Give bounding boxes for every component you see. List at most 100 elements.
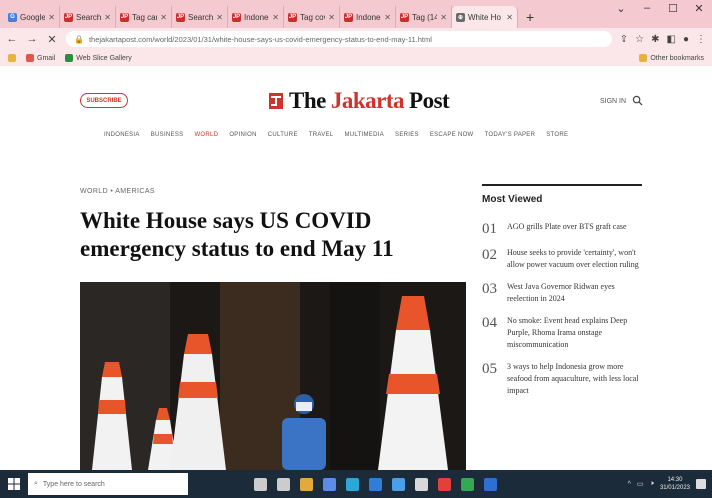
nav-item[interactable]: Today's Paper [485,132,536,138]
close-tab-icon[interactable]: ✕ [272,13,279,22]
menu-icon[interactable]: ⋮ [696,34,706,45]
browser-tab[interactable]: JPSearch Pr✕ [60,6,116,28]
browser-tab[interactable]: JPIndonesia✕ [340,6,396,28]
share-icon[interactable]: ⇪ [620,34,628,45]
taskbar-app-icon[interactable] [277,477,290,491]
address-bar[interactable]: 🔒 thejakartapost.com/world/2023/01/31/wh… [66,31,612,47]
bookmark-gmail[interactable]: Gmail [26,54,55,62]
other-bookmarks[interactable]: Other bookmarks [639,54,704,62]
taskbar-app-icon[interactable] [323,477,336,491]
taskbar-app-icon[interactable] [438,477,451,491]
close-tab-icon[interactable]: ✕ [506,13,513,22]
taskbar-search-placeholder: Type here to search [42,480,105,488]
taskbar-app-icon[interactable] [346,477,359,491]
tab-favicon-icon: JP [120,12,129,22]
taskbar-app-icon[interactable] [392,477,405,491]
rank-number: 03 [482,281,497,297]
bookmark-web-slice[interactable]: Web Slice Gallery [65,54,132,62]
nav-item[interactable]: Business [151,132,184,138]
close-tab-icon[interactable]: ✕ [384,13,391,22]
tab-title: Tag covid [300,12,325,22]
tab-favicon-icon: G [8,12,17,22]
most-viewed-link[interactable]: No smoke: Event head explains Deep Purpl… [507,315,642,351]
tab-title: Indonesia [244,12,269,22]
rank-number: 04 [482,315,497,331]
subscribe-button[interactable]: Subscribe [80,93,128,108]
browser-tab[interactable]: JPTag card✕ [116,6,172,28]
notifications-icon[interactable] [696,479,706,489]
browser-toolbar: ← → ✕ 🔒 thejakartapost.com/world/2023/01… [0,28,712,50]
taskbar-app-icon[interactable] [300,477,313,491]
close-tab-icon[interactable]: ✕ [48,13,55,22]
article-hero-image [80,282,466,470]
close-tab-icon[interactable]: ✕ [216,13,223,22]
nav-item[interactable]: Escape Now [430,132,474,138]
close-tab-icon[interactable]: ✕ [160,13,167,22]
nav-item[interactable]: Travel [309,132,334,138]
tray-chevron-icon[interactable]: ^ [628,481,631,488]
tab-favicon-icon: JP [288,12,297,22]
taskbar-app-icon[interactable] [484,477,497,491]
stop-button[interactable]: ✕ [46,33,58,46]
sign-in-link[interactable]: Sign in [600,98,626,105]
taskbar-app-icon[interactable] [369,477,382,491]
browser-tab[interactable]: JPTag covid✕ [284,6,340,28]
browser-tabstrip: GGoogle Tr✕JPSearch Pr✕JPTag card✕JPSear… [0,0,712,28]
most-viewed-link[interactable]: House seeks to provide 'certainty', won'… [507,247,642,271]
close-tab-icon[interactable]: ✕ [104,13,111,22]
most-viewed-link[interactable]: AGO grills Plate over BTS graft case [507,221,627,237]
nav-item[interactable]: Culture [268,132,298,138]
close-window-button[interactable]: ✕ [686,2,712,15]
browser-tab[interactable]: ⊕ White Ho ✕ [452,6,518,28]
nav-item[interactable]: World [194,132,218,138]
maximize-button[interactable]: ☐ [660,2,686,15]
taskbar-app-icon[interactable] [461,477,474,491]
tab-title: Tag card [132,12,157,22]
tab-favicon-icon: JP [344,12,353,22]
sidebar-title: Most Viewed [482,194,543,205]
sidepanel-icon[interactable]: ◧ [667,34,676,45]
nav-item[interactable]: Series [395,132,419,138]
star-icon[interactable]: ☆ [635,34,644,45]
browser-tab[interactable]: GGoogle Tr✕ [4,6,60,28]
tab-title: Indonesia [356,12,381,22]
profile-icon[interactable]: ● [683,34,689,45]
most-viewed-item[interactable]: 04 No smoke: Event head explains Deep Pur… [482,315,642,351]
nav-item[interactable]: Indonesia [104,132,140,138]
tab-list: GGoogle Tr✕JPSearch Pr✕JPTag card✕JPSear… [4,6,518,28]
most-viewed-item[interactable]: 05 3 ways to help Indonesia grow more sea… [482,361,642,397]
nav-item[interactable]: Opinion [229,132,256,138]
close-tab-icon[interactable]: ✕ [440,13,447,22]
most-viewed-item[interactable]: 01 AGO grills Plate over BTS graft case [482,221,642,237]
taskbar-search-box[interactable]: ⌕ Type here to search [28,473,188,495]
site-logo[interactable]: The Jakarta Post [268,88,450,114]
new-tab-button[interactable]: + [518,6,542,28]
most-viewed-link[interactable]: 3 ways to help Indonesia grow more seafo… [507,361,642,397]
tab-title: Search Pr [76,12,102,22]
network-icon[interactable]: ▭ [637,480,644,488]
browser-tab[interactable]: JPSearch Te✕ [172,6,228,28]
nav-item[interactable]: Store [546,132,568,138]
most-viewed-item[interactable]: 02 House seeks to provide 'certainty', wo… [482,247,642,271]
breadcrumb[interactable]: World • Americas [80,188,155,195]
folder-icon [639,54,648,62]
extension-icon[interactable]: ✱ [651,34,659,45]
most-viewed-item[interactable]: 03 West Java Governor Ridwan eyes reelect… [482,281,642,305]
back-button[interactable]: ← [6,33,18,45]
browser-tab[interactable]: JPIndonesia✕ [228,6,284,28]
minimize-button[interactable]: – [634,2,660,15]
search-icon[interactable] [632,95,643,106]
volume-icon[interactable]: 🕨 [650,480,654,488]
bookmark-apps-icon[interactable] [8,54,16,62]
most-viewed-link[interactable]: West Java Governor Ridwan eyes reelectio… [507,281,642,305]
taskbar-app-icon[interactable] [415,477,428,491]
nav-item[interactable]: Multimedia [344,132,384,138]
close-tab-icon[interactable]: ✕ [328,13,335,22]
browser-tab[interactable]: JPTag (14)✕ [396,6,452,28]
forward-button[interactable]: → [26,33,38,45]
other-bookmarks-label: Other bookmarks [650,54,704,62]
taskbar-app-icon[interactable] [254,477,267,491]
clock[interactable]: 14:30 31/01/2023 [660,476,690,492]
start-button[interactable] [0,470,28,498]
chevron-down-icon[interactable]: ⌄ [608,2,634,15]
